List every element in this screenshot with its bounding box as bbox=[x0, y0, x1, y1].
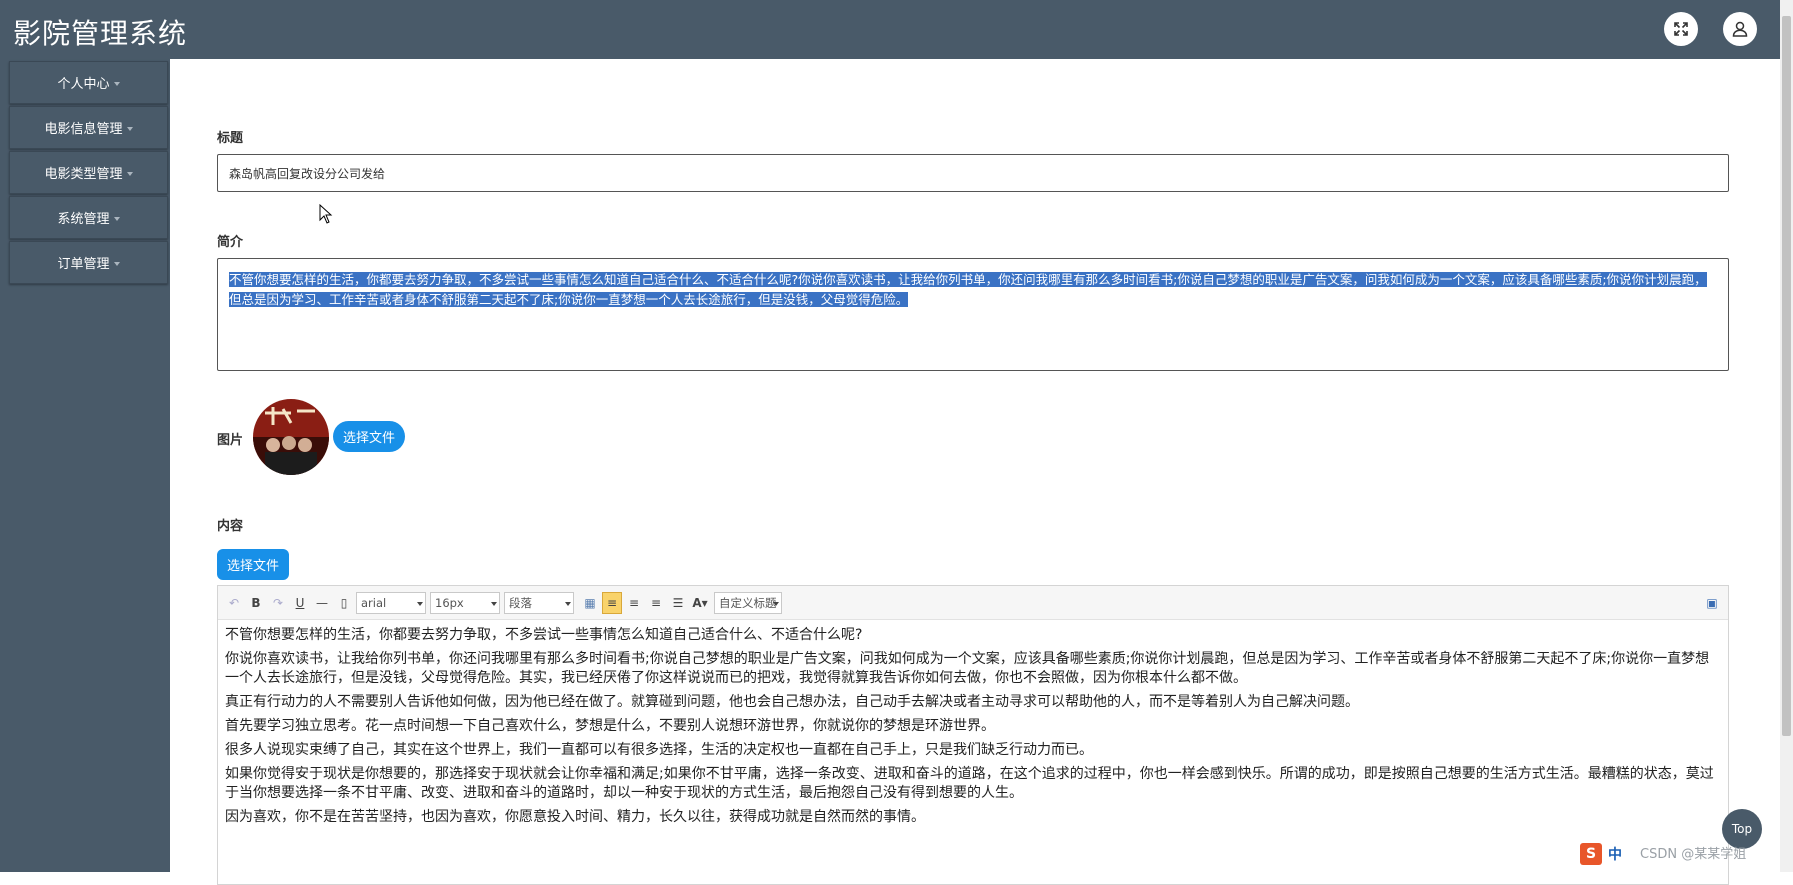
app-title: 影院管理系统 bbox=[13, 17, 188, 50]
rich-text-editor: ↶ B ↷ U — ▯ arial 16px 段落 ▦ ≡ ≡ ≡ ☰ A▾ 自… bbox=[217, 585, 1729, 885]
sidebar-item-label: 订单管理 bbox=[57, 257, 110, 272]
document-icon[interactable]: ▯ bbox=[334, 592, 354, 614]
caret-down-icon bbox=[126, 126, 133, 131]
content-choose-file-button[interactable]: 选择文件 bbox=[217, 549, 290, 580]
caret-down-icon bbox=[113, 261, 120, 266]
image-choose-file-button[interactable]: 选择文件 bbox=[333, 421, 406, 452]
sidebar-item-movie-info[interactable]: 电影信息管理 bbox=[9, 106, 168, 149]
summary-text: 不管你想要怎样的生活，你都要去努力争取，不多尝试一些事情怎么知道自己适合什么、不… bbox=[229, 272, 1707, 307]
custom-heading-value: 自定义标题 bbox=[719, 595, 777, 610]
ime-toolbar[interactable]: S 中 bbox=[1580, 843, 1622, 865]
font-size-select[interactable]: 16px bbox=[430, 591, 500, 614]
custom-heading-select[interactable]: 自定义标题 bbox=[714, 591, 782, 614]
user-button[interactable] bbox=[1723, 12, 1757, 46]
summary-textarea[interactable]: 不管你想要怎样的生活，你都要去努力争取，不多尝试一些事情怎么知道自己适合什么、不… bbox=[217, 258, 1729, 371]
caret-down-icon bbox=[113, 81, 120, 86]
caret-down-icon bbox=[126, 171, 133, 176]
font-family-value: arial bbox=[361, 595, 387, 610]
editor-paragraph: 不管你想要怎样的生活，你都要去努力争取，不多尝试一些事情怎么知道自己适合什么、不… bbox=[225, 627, 863, 643]
sidebar-item-label: 电影信息管理 bbox=[44, 122, 123, 137]
editor-content[interactable]: 不管你想要怎样的生活，你都要去努力争取，不多尝试一些事情怎么知道自己适合什么、不… bbox=[218, 620, 1728, 838]
sidebar: 个人中心 电影信息管理 电影类型管理 系统管理 订单管理 bbox=[0, 59, 170, 872]
sidebar-item-movie-type[interactable]: 电影类型管理 bbox=[9, 151, 168, 194]
sidebar-item-orders[interactable]: 订单管理 bbox=[9, 241, 168, 284]
movie-poster-image bbox=[253, 399, 329, 475]
underline-icon[interactable]: U bbox=[290, 592, 310, 614]
sidebar-item-label: 个人中心 bbox=[57, 77, 110, 92]
font-size-value: 16px bbox=[435, 595, 464, 610]
ime-logo-icon: S bbox=[1580, 843, 1602, 865]
image-label: 图片 bbox=[217, 433, 244, 448]
font-family-select[interactable]: arial bbox=[356, 591, 426, 614]
scrollbar-thumb[interactable] bbox=[1782, 16, 1791, 736]
title-label: 标题 bbox=[217, 131, 244, 146]
main-content: 标题 简介 不管你想要怎样的生活，你都要去努力争取，不多尝试一些事情怎么知道自己… bbox=[170, 59, 1780, 885]
redo-icon[interactable]: ↷ bbox=[268, 592, 288, 614]
editor-paragraph: 如果你觉得安于现状是你想要的，那选择安于现状就会让你幸福和满足;如果你不甘平庸，… bbox=[225, 766, 1714, 801]
table-icon[interactable]: ▦ bbox=[580, 592, 600, 614]
page-scrollbar[interactable] bbox=[1780, 0, 1793, 872]
top-bar: 影院管理系统 bbox=[0, 0, 1780, 59]
mouse-cursor-icon bbox=[319, 204, 333, 224]
paragraph-value: 段落 bbox=[509, 595, 532, 610]
editor-paragraph: 很多人说现实束缚了自己，其实在这个世界上，我们一直都可以有很多选择，生活的决定权… bbox=[225, 742, 1093, 758]
fullscreen-button[interactable] bbox=[1664, 12, 1698, 46]
align-center-icon[interactable]: ≡ bbox=[646, 592, 666, 614]
ime-language: 中 bbox=[1608, 847, 1622, 863]
editor-paragraph: 首先要学习独立思考。花一点时间想一下自己喜欢什么，梦想是什么，不要别人说想环游世… bbox=[225, 718, 995, 734]
font-color-icon[interactable]: A▾ bbox=[690, 592, 710, 614]
editor-paragraph: 你说你喜欢读书，让我给你列书单，你还问我哪里有那么多时间看书;你说自己梦想的职业… bbox=[225, 651, 1710, 686]
watermark: CSDN @某某学姐 bbox=[1640, 847, 1747, 862]
content-label: 内容 bbox=[217, 519, 244, 534]
editor-paragraph: 因为喜欢，你不是在苦苦坚持，也因为喜欢，你愿意投入时间、精力，长久以往，获得成功… bbox=[225, 809, 925, 825]
fullscreen-editor-icon[interactable]: ▣ bbox=[1702, 592, 1722, 614]
undo-icon[interactable]: ↶ bbox=[224, 592, 244, 614]
editor-toolbar: ↶ B ↷ U — ▯ arial 16px 段落 ▦ ≡ ≡ ≡ ☰ A▾ 自… bbox=[218, 586, 1728, 620]
sidebar-item-personal-center[interactable]: 个人中心 bbox=[9, 61, 168, 104]
title-input[interactable] bbox=[217, 154, 1729, 192]
bold-icon[interactable]: B bbox=[246, 592, 266, 614]
sidebar-item-system[interactable]: 系统管理 bbox=[9, 196, 168, 239]
align-left-icon[interactable]: ≡ bbox=[602, 591, 622, 614]
summary-label: 简介 bbox=[217, 235, 244, 250]
align-right-icon[interactable]: ≡ bbox=[624, 592, 644, 614]
horizontal-rule-icon[interactable]: — bbox=[312, 592, 332, 614]
sidebar-item-label: 电影类型管理 bbox=[44, 167, 123, 182]
caret-down-icon bbox=[113, 216, 120, 221]
expand-icon bbox=[1674, 22, 1688, 36]
paragraph-select[interactable]: 段落 bbox=[504, 591, 574, 614]
align-justify-icon[interactable]: ☰ bbox=[668, 592, 688, 614]
editor-paragraph: 真正有行动力的人不需要别人告诉他如何做，因为他已经在做了。就算碰到问题，他也会自… bbox=[225, 694, 1359, 710]
sidebar-item-label: 系统管理 bbox=[57, 212, 110, 227]
user-icon bbox=[1732, 21, 1748, 37]
